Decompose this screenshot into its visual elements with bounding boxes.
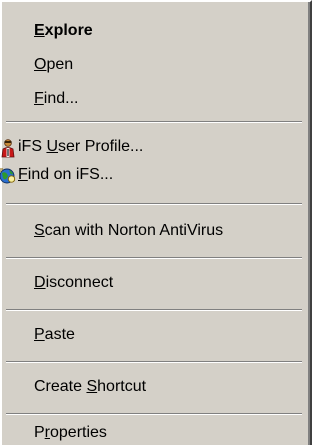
menu-item-label-post: can with Norton AntiVirus bbox=[44, 222, 224, 239]
menu-item-explore[interactable]: Explore bbox=[2, 16, 308, 46]
menu-item-access-key: U bbox=[46, 138, 59, 155]
menu-separator bbox=[6, 361, 302, 363]
menu-item-label-post: ser Profile... bbox=[58, 138, 144, 155]
menu-item-label-post: aste bbox=[44, 326, 75, 343]
menu-separator bbox=[6, 413, 302, 415]
menu-item-access-key: F bbox=[18, 166, 28, 183]
context-menu: Explore Open Find... iFS User Profile... bbox=[0, 0, 312, 445]
menu-item-access-key: S bbox=[86, 378, 98, 395]
menu-item-scan-norton[interactable]: Scan with Norton AntiVirus bbox=[2, 216, 308, 246]
menu-item-access-key: S bbox=[34, 222, 45, 239]
menu-item-label-post: ind... bbox=[43, 90, 79, 107]
menu-separator bbox=[6, 257, 302, 259]
menu-item-find[interactable]: Find... bbox=[2, 84, 308, 114]
menu-item-label-post: hortcut bbox=[97, 378, 147, 395]
user-profile-icon bbox=[1, 139, 15, 158]
find-globe-icon bbox=[0, 168, 16, 184]
context-menu-body: Explore Open Find... iFS User Profile... bbox=[0, 2, 310, 448]
menu-item-properties[interactable]: Properties bbox=[2, 418, 308, 448]
menu-item-label-post: xplore bbox=[44, 22, 93, 39]
menu-item-access-key: F bbox=[34, 90, 44, 107]
menu-item-label-pre: Create bbox=[34, 378, 87, 395]
menu-item-access-key: O bbox=[34, 56, 47, 73]
menu-separator bbox=[6, 121, 302, 123]
menu-item-label-pre: P bbox=[34, 424, 45, 441]
menu-item-label-post: ind on iFS... bbox=[27, 166, 114, 183]
menu-item-access-key: E bbox=[34, 22, 45, 39]
menu-item-label-post: pen bbox=[46, 56, 74, 73]
menu-item-label-pre: iFS bbox=[18, 138, 47, 155]
menu-separator bbox=[6, 309, 302, 311]
menu-item-open[interactable]: Open bbox=[2, 50, 308, 80]
menu-item-find-on-ifs[interactable]: Find on iFS... bbox=[0, 160, 308, 190]
menu-item-label-post: isconnect bbox=[45, 274, 114, 291]
menu-item-label-post: operties bbox=[50, 424, 107, 441]
menu-item-ifs-user-profile[interactable]: iFS User Profile... bbox=[1, 132, 308, 162]
menu-item-access-key: P bbox=[34, 326, 45, 343]
menu-item-create-shortcut[interactable]: Create Shortcut bbox=[2, 372, 308, 402]
menu-item-paste[interactable]: Paste bbox=[2, 320, 308, 350]
menu-item-access-key: D bbox=[34, 274, 46, 291]
menu-item-disconnect[interactable]: Disconnect bbox=[2, 268, 308, 298]
menu-separator bbox=[6, 203, 302, 205]
